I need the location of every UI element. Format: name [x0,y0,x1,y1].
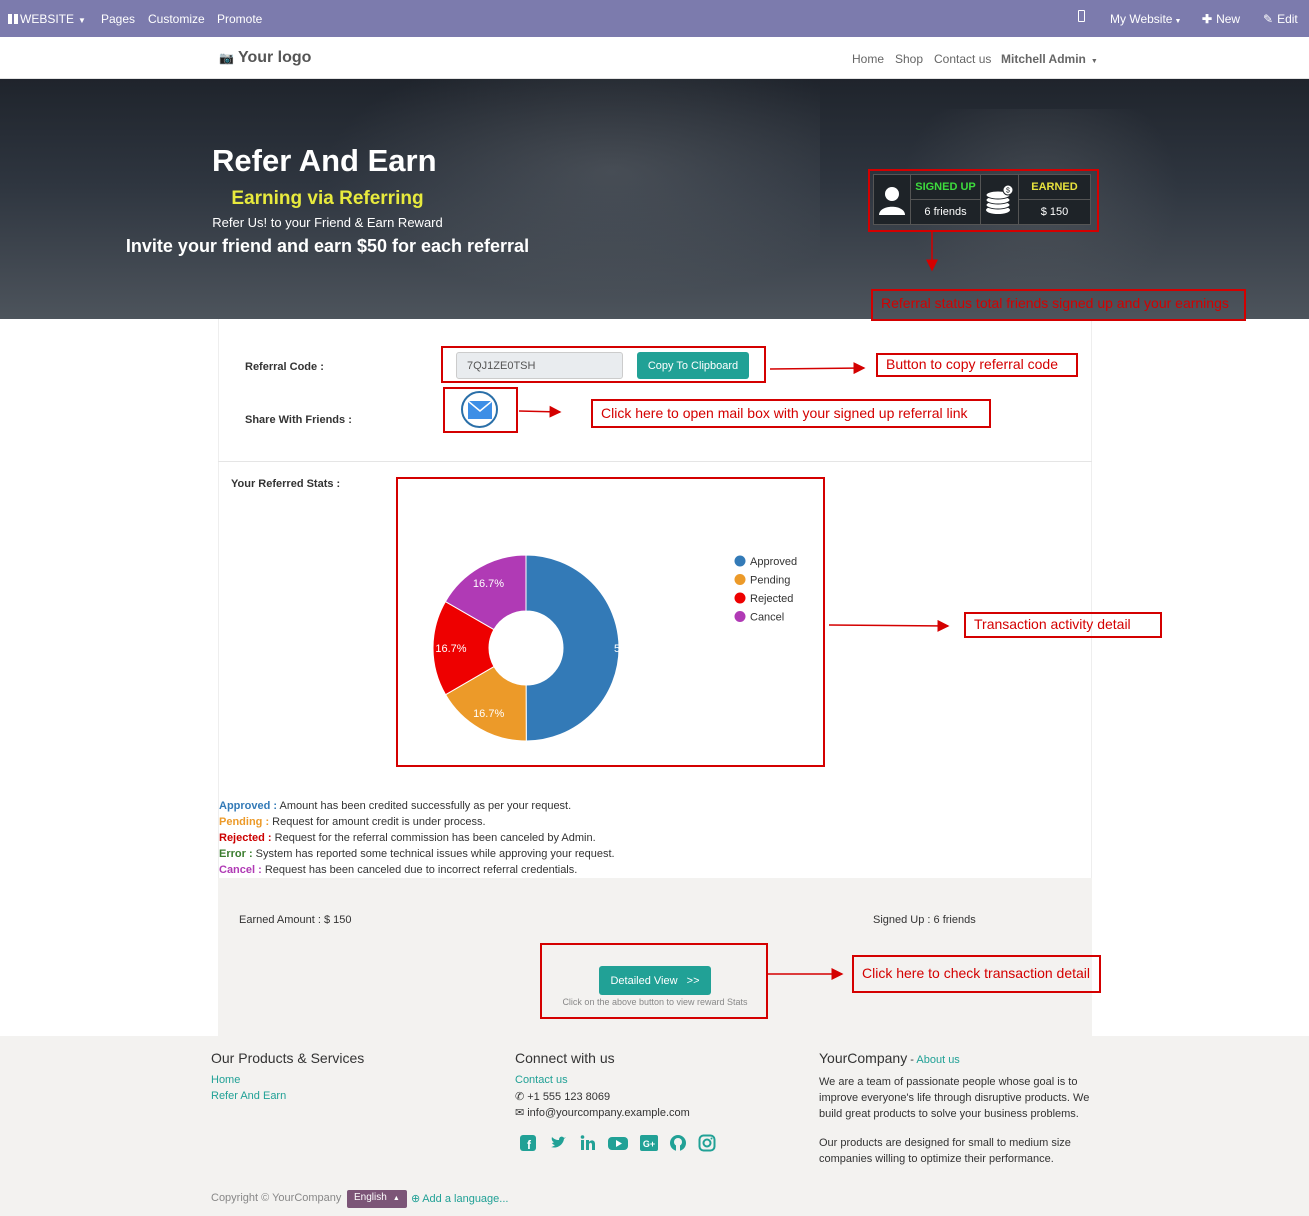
hero-banner [0,79,1309,319]
apps-grid-icon [8,14,18,24]
plus-icon: ✚ [1202,12,1213,26]
twitter-icon[interactable] [548,1134,568,1154]
site-logo[interactable]: 📷 Your logo [219,49,311,67]
hero-title: Refer And Earn [212,143,437,178]
svg-text:G+: G+ [643,1139,655,1149]
status-legend-item: Error : System has reported some technic… [219,848,615,860]
status-legend-item: Approved : Amount has been credited succ… [219,800,571,812]
promote-menu[interactable]: Promote [217,12,262,26]
footer-about-link[interactable]: About us [916,1054,959,1066]
nav-shop[interactable]: Shop [895,52,923,66]
status-legend-desc: Request has been canceled due to incorre… [261,864,578,876]
status-legend-desc: Request for the referral commission has … [271,832,596,844]
new-button[interactable]: ✚ New [1202,12,1240,26]
hero-tagline: Refer Us! to your Friend & Earn Reward [212,215,443,230]
mobile-preview-icon[interactable] [1078,10,1085,25]
annotation-referral-status: Referral status total friends signed up … [871,289,1246,321]
status-legend-desc: Request for amount credit is under proce… [269,816,486,828]
footer-phone: ✆ +1 555 123 8069 [515,1091,611,1103]
caret-up-icon: ▲ [392,1195,400,1202]
status-legend-name: Cancel : [219,864,262,876]
language-selector[interactable]: English ▲ [347,1190,407,1208]
envelope-icon: ✉ [515,1107,525,1119]
user-menu[interactable]: Mitchell Admin ▼ [1001,52,1098,66]
status-legend-name: Approved : [219,800,278,812]
site-header: 📷 Your logo Home Shop Contact us Mitchell… [0,37,1309,79]
referred-stats-title: Your Referred Stats : [231,478,341,490]
footer-contact-link[interactable]: Contact us [515,1074,568,1086]
linkedin-icon[interactable] [578,1134,598,1154]
annotation-box-share [443,387,518,433]
annotation-mail-box: Click here to open mail box with your si… [591,399,991,428]
add-language-link[interactable]: ⊕ Add a language... [411,1192,508,1205]
footer-about-p1: We are a team of passionate people whose… [819,1076,1090,1120]
footer-connect-title: Connect with us [515,1050,615,1066]
share-with-friends-label: Share With Friends : [245,414,352,426]
annotation-copy-code: Button to copy referral code [876,353,1078,377]
status-legend-item: Cancel : Request has been canceled due t… [219,864,577,876]
caret-down-icon: ▼ [1174,18,1182,25]
status-legend-desc: Amount has been credited successfully as… [277,800,572,812]
site-footer [0,1036,1309,1216]
hero-invite: Invite your friend and earn $50 for each… [125,236,530,256]
nav-contact[interactable]: Contact us [934,52,991,66]
footer-company-title: YourCompany - About us [819,1050,960,1066]
youtube-icon[interactable] [608,1134,628,1154]
edit-button[interactable]: ✎ Edit [1263,12,1298,26]
my-website-menu[interactable]: My Website ▼ [1110,12,1181,26]
caret-down-icon: ▼ [1090,58,1098,65]
admin-bar: WEBSITE ▼ Pages Customize Promote My Webs… [0,0,1309,37]
status-legend-item: Rejected : Request for the referral comm… [219,832,596,844]
website-menu[interactable]: WEBSITE ▼ [8,12,86,26]
pencil-icon: ✎ [1263,12,1274,26]
footer-about-p2: Our products are designed for small to m… [819,1137,1071,1165]
annotation-box-stats [868,169,1099,232]
pages-menu[interactable]: Pages [101,12,135,26]
instagram-icon[interactable] [697,1134,717,1154]
annotation-box-code [441,346,766,383]
footer-copyright: Copyright © YourCompany [211,1192,342,1204]
google-plus-icon[interactable]: G+ [639,1134,659,1154]
annotation-box-chart [396,477,825,767]
phone-icon: ✆ [515,1091,525,1103]
referral-code-label: Referral Code : [245,361,324,373]
status-legend-item: Pending : Request for amount credit is u… [219,816,486,828]
caret-down-icon: ▼ [78,16,86,25]
plus-circle-icon: ⊕ [411,1193,421,1205]
signed-up-text: Signed Up : 6 friends [873,914,976,926]
hero-subtitle: Earning via Referring [231,188,424,209]
status-legend-name: Rejected : [219,832,272,844]
footer-link-home[interactable]: Home [211,1074,240,1086]
status-legend-name: Pending : [219,816,270,828]
status-legend-desc: System has reported some technical issue… [252,848,615,860]
camera-icon: 📷 [219,51,234,65]
nav-home[interactable]: Home [852,52,884,66]
earned-amount-text: Earned Amount : $ 150 [239,914,352,926]
annotation-box-detail [540,943,768,1019]
footer-link-refer[interactable]: Refer And Earn [211,1090,286,1102]
facebook-icon[interactable]: f [518,1134,538,1154]
annotation-transaction-activity: Transaction activity detail [964,612,1162,638]
customize-menu[interactable]: Customize [148,12,205,26]
footer-products-title: Our Products & Services [211,1050,365,1066]
annotation-check-transaction: Click here to check transaction detail [852,955,1101,993]
section-divider [218,461,1092,462]
status-legend-name: Error : [219,848,253,860]
footer-email: ✉ info@yourcompany.example.com [515,1107,690,1119]
github-icon[interactable] [668,1134,688,1154]
